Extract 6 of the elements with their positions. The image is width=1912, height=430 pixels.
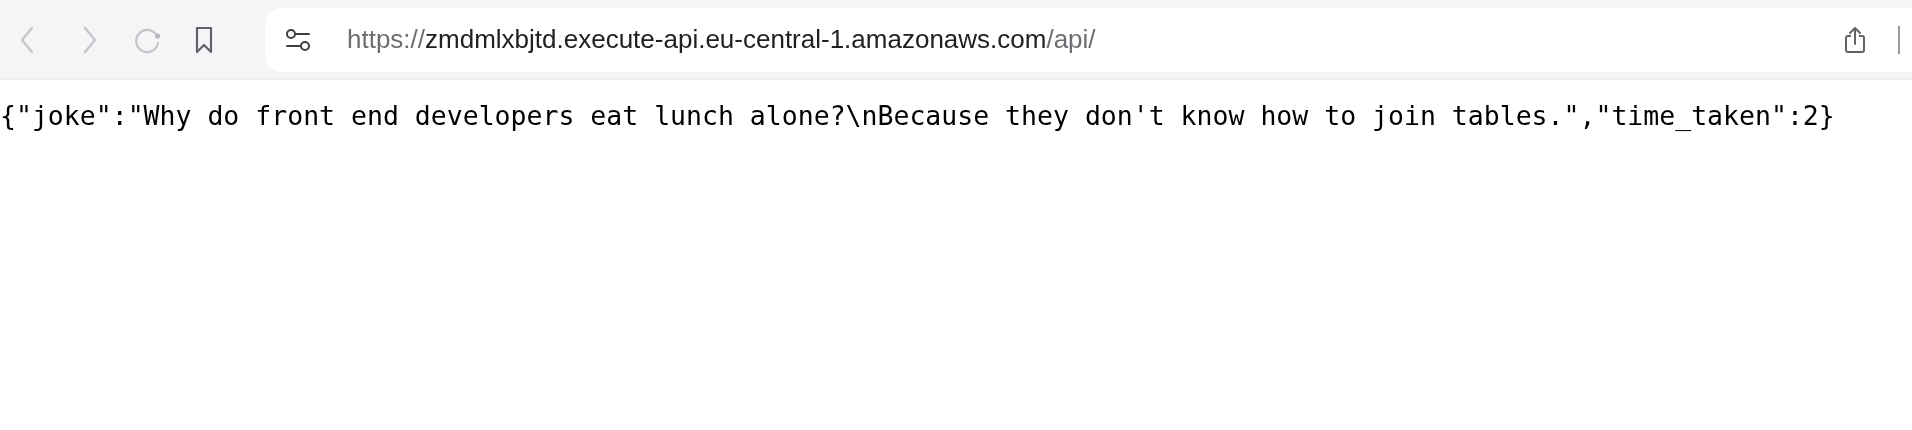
url-text: https://zmdmlxbjtd.execute-api.eu-central-1.amazonaws.com/api/	[347, 24, 1096, 55]
json-response-text: {"joke":"Why do front end developers eat lunch alone?\nBecause they don't know how to join tables.","time_taken":2}	[0, 99, 1836, 131]
bookmark-icon[interactable]	[194, 25, 214, 54]
share-icon[interactable]	[1844, 25, 1866, 54]
site-settings-icon[interactable]	[285, 27, 311, 52]
address-bar[interactable]: https://zmdmlxbjtd.execute-api.eu-central-1.amazonaws.com/api/	[265, 7, 1912, 72]
